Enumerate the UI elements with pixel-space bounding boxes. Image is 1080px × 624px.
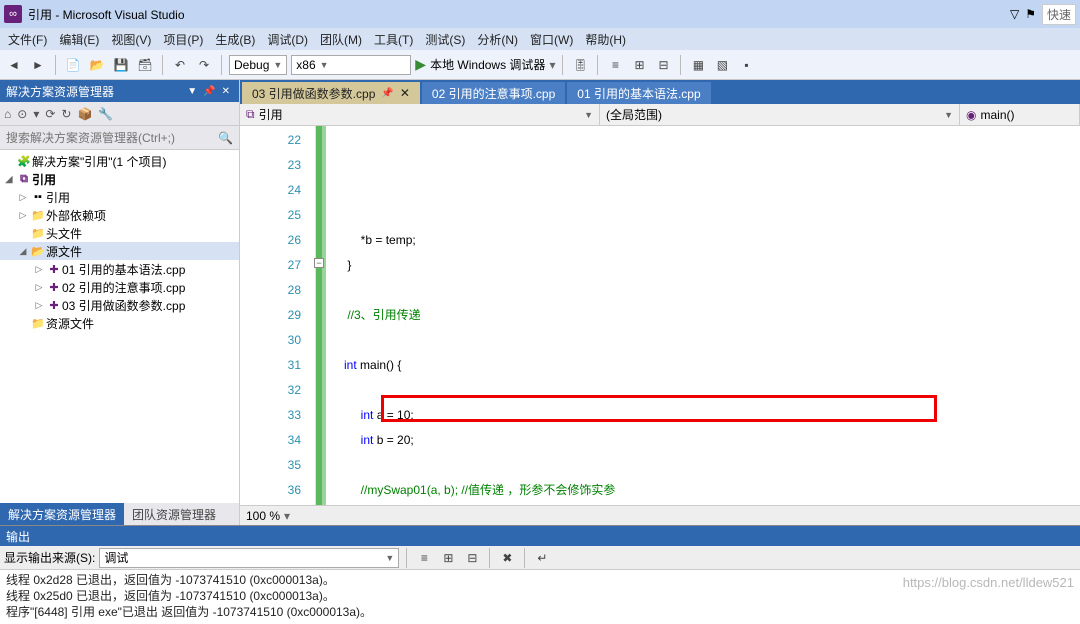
wrap-icon[interactable]: ↵ [532, 548, 552, 568]
tb-icon-5[interactable]: ▦ [688, 55, 708, 75]
output-body[interactable]: 线程 0x2d28 已退出，返回值为 -1073741510 (0xc00001… [0, 570, 1080, 624]
tb-icon-4[interactable]: ⊟ [653, 55, 673, 75]
zoom-level[interactable]: 100 % [246, 509, 280, 523]
menubar: 文件(F)编辑(E)视图(V)项目(P)生成(B)调试(D)团队(M)工具(T)… [0, 28, 1080, 50]
open-icon[interactable]: 📂 [87, 55, 107, 75]
output-header: 输出 [0, 526, 1080, 546]
notify-icon[interactable]: ▽ [1010, 7, 1019, 21]
menu-item[interactable]: 生成(B) [209, 29, 261, 50]
menu-item[interactable]: 视图(V) [105, 29, 157, 50]
line-gutter: 22232425262728293031323334353637 [240, 126, 316, 505]
menu-item[interactable]: 调试(D) [261, 29, 314, 50]
sync-icon[interactable]: ⟳ [45, 107, 55, 121]
output-source-label: 显示输出来源(S): [4, 549, 95, 566]
redo-icon[interactable]: ↷ [194, 55, 214, 75]
save-all-icon[interactable]: 🗃 [135, 55, 155, 75]
flag-icon[interactable]: ⚑ [1025, 7, 1036, 21]
out-icon-2[interactable]: ⊞ [438, 548, 458, 568]
output-source-combo[interactable]: 调试▼ [99, 548, 399, 568]
new-project-icon[interactable]: 📄 [63, 55, 83, 75]
close-icon[interactable]: ✕ [219, 86, 233, 97]
tab-solution-explorer[interactable]: 解决方案资源管理器 [0, 503, 124, 525]
file-tab[interactable]: 02 引用的注意事项.cpp [422, 82, 565, 104]
solution-toolbar: ⌂ ⊙ ▾ ⟳ ↻ 📦 🔧 [0, 102, 239, 126]
file-tab[interactable]: 01 引用的基本语法.cpp [567, 82, 710, 104]
menu-item[interactable]: 团队(M) [314, 29, 368, 50]
collapse-icon[interactable]: ⊙ [17, 107, 27, 121]
undo-icon[interactable]: ↶ [170, 55, 190, 75]
out-icon-1[interactable]: ≡ [414, 548, 434, 568]
search-input[interactable] [0, 131, 212, 145]
nav-fwd-icon[interactable]: ► [28, 55, 48, 75]
vs-logo-icon [4, 5, 22, 23]
tab-team-explorer[interactable]: 团队资源管理器 [124, 503, 224, 525]
solution-tree[interactable]: 🧩解决方案"引用"(1 个项目) ◢⧉引用 ▷▪▪引用 ▷📁外部依赖项 📁头文件… [0, 150, 239, 503]
menu-item[interactable]: 项目(P) [157, 29, 209, 50]
menu-item[interactable]: 编辑(E) [53, 29, 105, 50]
tb-icon-1[interactable]: 🎚 [570, 55, 590, 75]
nav-back-icon[interactable]: ◄ [4, 55, 24, 75]
tb-icon-7[interactable]: ▪ [736, 55, 756, 75]
show-all-icon[interactable]: 📦 [77, 107, 92, 121]
clear-icon[interactable]: ✖ [497, 548, 517, 568]
tb-icon-3[interactable]: ⊞ [629, 55, 649, 75]
file-tab-bar: 03 引用做函数参数.cpp📌✕02 引用的注意事项.cpp01 引用的基本语法… [240, 80, 1080, 104]
menu-item[interactable]: 测试(S) [419, 29, 471, 50]
save-icon[interactable]: 💾 [111, 55, 131, 75]
menu-item[interactable]: 分析(N) [471, 29, 524, 50]
main-toolbar: ◄ ► 📄 📂 💾 🗃 ↶ ↷ Debug▼ x86▼ ▶ 本地 Windows… [0, 50, 1080, 80]
code-editor[interactable]: − *b = temp; } //3、引用传递 int main() { int… [316, 126, 1080, 505]
window-title: 引用 - Microsoft Visual Studio [28, 6, 185, 23]
nav-scope[interactable]: (全局范围) [606, 106, 662, 123]
run-button[interactable]: ▶ 本地 Windows 调试器 ▾ [415, 56, 555, 73]
menu-item[interactable]: 帮助(H) [579, 29, 632, 50]
out-icon-3[interactable]: ⊟ [462, 548, 482, 568]
fold-icon[interactable]: − [314, 258, 324, 268]
props-icon[interactable]: 🔧 [98, 107, 113, 121]
quick-launch[interactable]: 快速 [1042, 4, 1076, 25]
pin-icon[interactable]: 📌 [200, 86, 218, 97]
nav-project[interactable]: 引用 [259, 106, 283, 123]
menu-item[interactable]: 窗口(W) [524, 29, 579, 50]
dropdown-icon[interactable]: ▼ [184, 86, 200, 97]
refresh-icon[interactable]: ↻ [61, 107, 71, 121]
tb-icon-6[interactable]: ▧ [712, 55, 732, 75]
tb-icon-2[interactable]: ≡ [605, 55, 625, 75]
file-tab[interactable]: 03 引用做函数参数.cpp📌✕ [242, 82, 420, 104]
menu-item[interactable]: 文件(F) [2, 29, 53, 50]
nav-func[interactable]: main() [980, 108, 1014, 122]
solution-explorer-header: 解决方案资源管理器 ▼ 📌 ✕ [0, 80, 239, 102]
config-combo[interactable]: Debug▼ [229, 55, 287, 75]
platform-combo[interactable]: x86▼ [291, 55, 411, 75]
menu-item[interactable]: 工具(T) [368, 29, 419, 50]
search-icon[interactable]: 🔍 [212, 131, 239, 145]
home-icon[interactable]: ⌂ [4, 107, 11, 121]
